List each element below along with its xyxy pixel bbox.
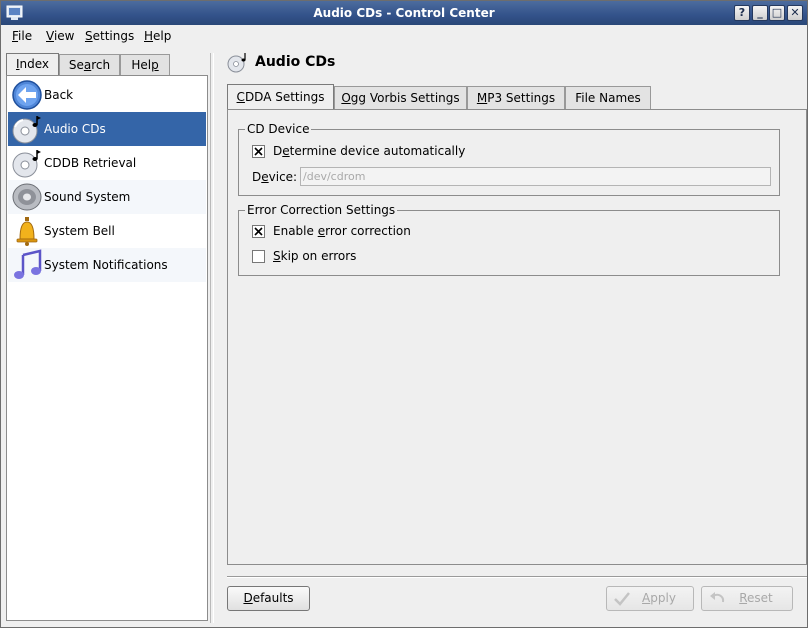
group-title: Error Correction Settings bbox=[245, 203, 398, 217]
list-item-back[interactable]: Back bbox=[8, 78, 206, 112]
list-item-cddb-retrieval[interactable]: CDDB Retrieval bbox=[8, 146, 206, 180]
menu-file[interactable]: File bbox=[12, 29, 32, 43]
tab-ogg-vorbis-settings[interactable]: Ogg Vorbis Settings bbox=[334, 86, 467, 109]
music-note-icon bbox=[14, 249, 42, 279]
window-title: Audio CDs - Control Center bbox=[313, 6, 495, 20]
cd-device-group: CD Device Determine device automatically… bbox=[238, 122, 780, 196]
device-field[interactable]: /dev/cdrom bbox=[300, 167, 771, 186]
title-bar[interactable]: Audio CDs - Control Center ? _ □ ✕ bbox=[1, 1, 807, 25]
help-title-button[interactable]: ? bbox=[734, 5, 750, 21]
tab-mp3-settings[interactable]: MP3 Settings bbox=[467, 86, 565, 109]
reset-button[interactable]: Reset bbox=[701, 586, 793, 611]
list-item-label: Sound System bbox=[44, 190, 131, 204]
check-mark-icon bbox=[254, 227, 263, 236]
group-title: CD Device bbox=[245, 122, 312, 136]
audio-cd-icon bbox=[12, 116, 41, 144]
menu-settings[interactable]: Settings bbox=[85, 29, 134, 43]
auto-detect-label[interactable]: Determine device automatically bbox=[273, 144, 465, 158]
device-label: Device: bbox=[252, 170, 298, 184]
list-item-label: Back bbox=[44, 88, 74, 102]
list-item-sound-system[interactable]: Sound System bbox=[8, 180, 206, 214]
list-item-label: CDDB Retrieval bbox=[44, 156, 137, 170]
minimize-button[interactable]: _ bbox=[752, 5, 768, 21]
menu-bar: File View Settings Help bbox=[1, 25, 807, 47]
bell-icon bbox=[16, 217, 38, 246]
list-item-system-bell[interactable]: System Bell bbox=[8, 214, 206, 248]
tab-search[interactable]: Search bbox=[59, 54, 120, 76]
tab-file-names[interactable]: File Names bbox=[565, 86, 651, 109]
close-button[interactable]: ✕ bbox=[787, 5, 803, 21]
index-tree[interactable]: Back Audio CDs CDDB Retrieval Sound Syst… bbox=[6, 75, 208, 621]
list-item-label: System Bell bbox=[44, 224, 115, 238]
tab-help[interactable]: Help bbox=[120, 54, 170, 76]
check-mark-icon bbox=[254, 147, 263, 156]
tab-index[interactable]: Index bbox=[6, 53, 59, 77]
cdda-settings-pane: CD Device Determine device automatically… bbox=[227, 109, 807, 565]
tab-cdda-settings[interactable]: CDDA Settings bbox=[227, 84, 334, 110]
auto-detect-checkbox[interactable] bbox=[252, 145, 265, 158]
maximize-button[interactable]: □ bbox=[769, 5, 785, 21]
list-item-label: Audio CDs bbox=[44, 122, 106, 136]
skip-on-errors-label[interactable]: Skip on errors bbox=[273, 249, 356, 263]
list-item-system-notifications[interactable]: System Notifications bbox=[8, 248, 206, 282]
checkmark-icon bbox=[614, 592, 630, 606]
enable-error-correction-label[interactable]: Enable error correction bbox=[273, 224, 411, 238]
defaults-button[interactable]: Defaults bbox=[227, 586, 310, 611]
enable-error-correction-checkbox[interactable] bbox=[252, 225, 265, 238]
menu-help[interactable]: Help bbox=[144, 29, 171, 43]
speaker-icon bbox=[12, 183, 42, 211]
back-arrow-icon bbox=[12, 80, 42, 110]
error-correction-group: Error Correction Settings Enable error c… bbox=[238, 203, 780, 276]
cddb-cd-icon bbox=[12, 150, 41, 178]
list-item-audio-cds[interactable]: Audio CDs bbox=[8, 112, 206, 146]
audio-cd-icon bbox=[227, 53, 246, 73]
control-center-window: Audio CDs - Control Center ? _ □ ✕ File … bbox=[0, 0, 808, 628]
module-title: Audio CDs bbox=[255, 54, 336, 70]
apply-button[interactable]: Apply bbox=[606, 586, 694, 611]
panel-splitter[interactable] bbox=[210, 53, 214, 623]
button-separator bbox=[227, 576, 807, 578]
skip-on-errors-checkbox[interactable] bbox=[252, 250, 265, 263]
menu-view[interactable]: View bbox=[46, 29, 74, 43]
undo-icon bbox=[710, 592, 725, 603]
list-item-label: System Notifications bbox=[44, 258, 168, 272]
